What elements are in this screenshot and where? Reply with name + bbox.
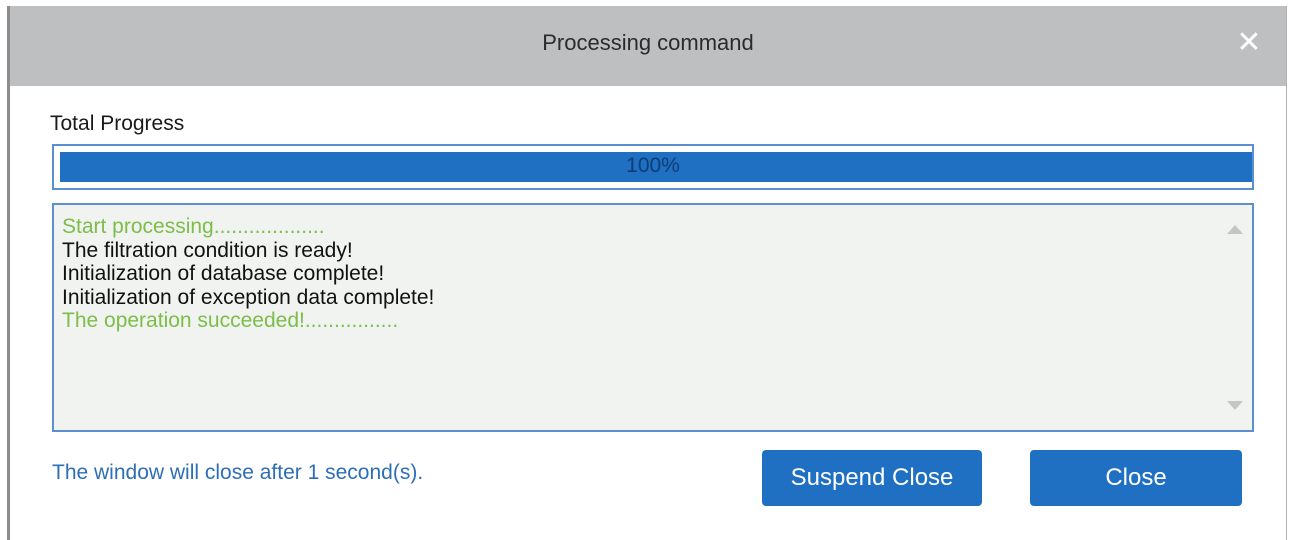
close-button[interactable]: Close (1030, 450, 1242, 506)
progress-label: Total Progress (50, 112, 185, 135)
log-output[interactable]: Start processing................... The … (52, 203, 1254, 432)
processing-dialog: Processing command ✕ Total Progress 100%… (7, 6, 1287, 540)
chevron-up-icon[interactable] (1227, 225, 1243, 234)
suspend-close-button[interactable]: Suspend Close (762, 450, 982, 506)
progress-percent: 100% (626, 154, 680, 177)
log-line: The operation succeeded!................ (62, 309, 399, 332)
chevron-down-icon[interactable] (1227, 401, 1243, 410)
log-lines: Start processing................... The … (62, 215, 1212, 333)
dialog-titlebar: Processing command ✕ (10, 6, 1286, 86)
dialog-title: Processing command (542, 30, 754, 55)
log-line: Initialization of database complete! (62, 262, 385, 285)
log-line: Start processing................... (62, 215, 325, 238)
log-scrollbar[interactable] (1218, 205, 1252, 430)
log-line: Initialization of exception data complet… (62, 285, 435, 309)
progress-bar: 100% (52, 144, 1254, 190)
log-line: The filtration condition is ready! (62, 238, 353, 262)
close-icon[interactable]: ✕ (1234, 28, 1264, 58)
auto-close-countdown: The window will close after 1 second(s). (52, 461, 424, 484)
